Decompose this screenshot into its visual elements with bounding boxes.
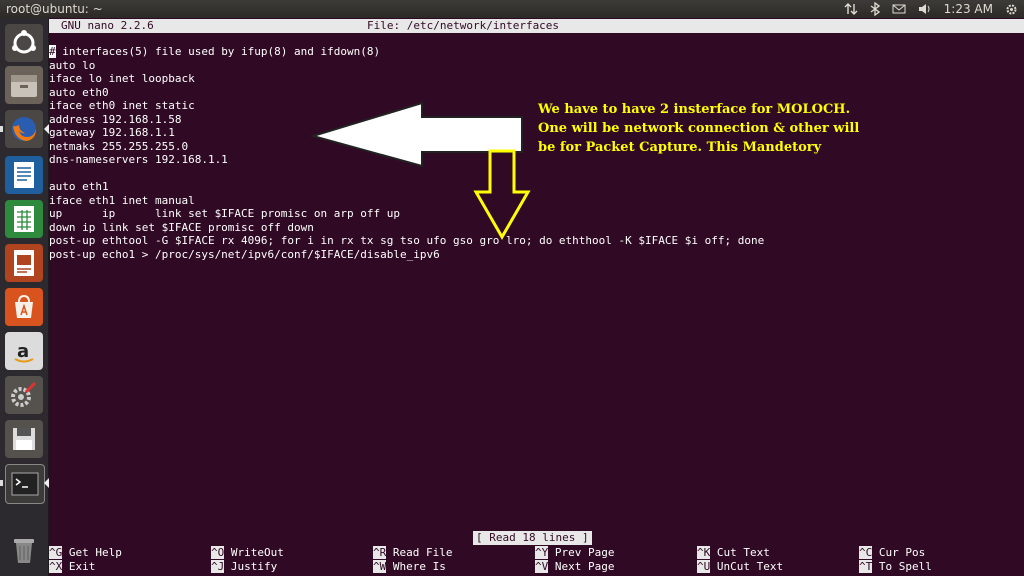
annotation-note: We have to have 2 insterface for MOLOCH.… bbox=[538, 102, 860, 155]
down-arrow-icon bbox=[473, 149, 531, 240]
annotation-arrows bbox=[309, 101, 531, 240]
